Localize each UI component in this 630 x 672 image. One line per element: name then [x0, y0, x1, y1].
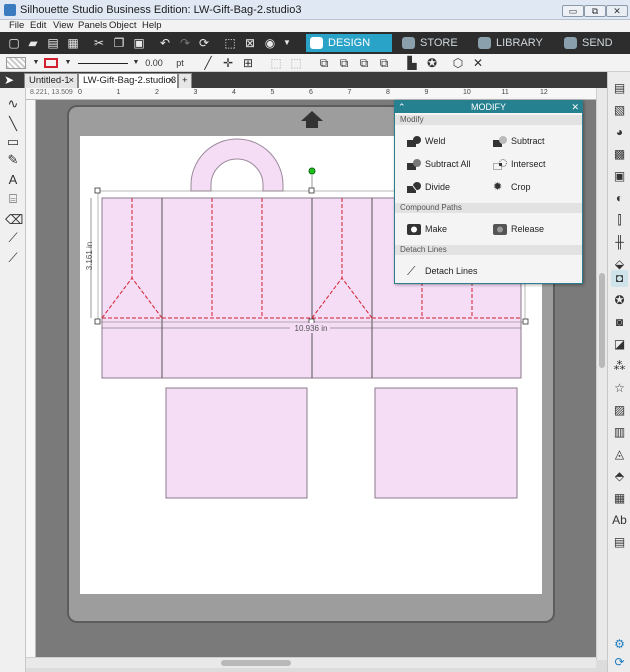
rhinestone-icon[interactable]: ▨ — [611, 402, 628, 419]
text-style-icon[interactable]: Ab — [611, 512, 628, 529]
intersect-button[interactable]: Intersect — [493, 156, 546, 172]
section-modify: Modify — [395, 115, 582, 125]
detach-lines-button[interactable]: ⟋ Detach Lines — [407, 263, 478, 279]
make-compound-button[interactable]: Make — [407, 221, 447, 237]
modify-panel-title: MODIFY — [471, 102, 506, 112]
divide-icon — [407, 182, 421, 193]
weld-button[interactable]: Weld — [407, 133, 445, 149]
sketch-icon[interactable]: ⁂ — [611, 358, 628, 375]
modify-panel: ⌃ MODIFY ✕ Modify Weld Subtract Subtract… — [394, 100, 583, 284]
weld-label: Weld — [425, 136, 446, 146]
gradient-icon[interactable]: ▩ — [611, 146, 628, 163]
right-panel-bar: ▤ ▧ ◕ ▩ ▣ ◐ ⫿ ╫ ⬙ ◘ ✪ ◙ ◪ ⁂ ☆ ▨ ▥ ◬ ⬘ ▦ … — [607, 72, 630, 672]
subtract-all-icon — [407, 159, 421, 170]
settings-gear-icon[interactable]: ⚙ — [611, 636, 628, 653]
library-panel-icon[interactable]: ▤ — [611, 534, 628, 551]
subtract-icon — [493, 136, 507, 147]
subtract-all-button[interactable]: Subtract All — [407, 156, 471, 172]
modify-panel-close[interactable]: ✕ — [571, 101, 579, 113]
weld-icon — [407, 136, 421, 147]
subtract-label: Subtract — [511, 136, 545, 146]
ruler-panel-icon[interactable]: ╫ — [611, 234, 628, 251]
replicate-icon[interactable]: ✪ — [611, 292, 628, 309]
detach-lines-icon: ⟋ — [407, 264, 416, 278]
star-icon[interactable]: ☆ — [611, 380, 628, 397]
help-icon[interactable]: ⟳ — [611, 654, 628, 671]
page-setup-icon[interactable]: ▤ — [611, 80, 628, 97]
bag-handle[interactable] — [190, 138, 284, 192]
vertical-scroll-thumb[interactable] — [599, 273, 605, 368]
intersect-label: Intersect — [511, 159, 546, 169]
section-compound-paths: Compound Paths — [395, 203, 582, 213]
rotate-handle[interactable] — [308, 167, 316, 175]
horizontal-scrollbar[interactable] — [26, 657, 596, 668]
divide-button[interactable]: Divide — [407, 179, 450, 195]
width-dimension-label: 10.936 in — [295, 324, 328, 333]
trace-icon[interactable]: ◪ — [611, 336, 628, 353]
emboss-icon[interactable]: ▥ — [611, 424, 628, 441]
nesting-icon[interactable]: ⬘ — [611, 468, 628, 485]
divide-label: Divide — [425, 182, 451, 192]
layers-icon[interactable]: ▦ — [611, 490, 628, 507]
detach-lines-label: Detach Lines — [425, 266, 478, 276]
align-panel-icon[interactable]: ⫿ — [611, 212, 628, 229]
release-label: Release — [511, 224, 545, 234]
make-label: Make — [425, 224, 448, 234]
release-compound-button[interactable]: Release — [493, 221, 544, 237]
contrast-icon[interactable]: ◐ — [611, 190, 628, 207]
crop-icon: ✹ — [493, 181, 503, 193]
bag-bottom-panel-right[interactable] — [374, 387, 518, 499]
offset-icon[interactable]: ◙ — [611, 314, 628, 331]
crop-label: Crop — [511, 182, 531, 192]
bag-bottom-panel-left[interactable] — [165, 387, 308, 499]
modify-panel-icon[interactable]: ◘ — [611, 270, 628, 287]
knife-panel-icon[interactable]: ◬ — [611, 446, 628, 463]
pixscan-icon[interactable]: ▧ — [611, 102, 628, 119]
horizontal-scroll-thumb[interactable] — [221, 660, 291, 666]
subtract-all-label: Subtract All — [425, 159, 471, 169]
fill-panel-icon[interactable]: ◕ — [611, 124, 628, 141]
line-style-panel-icon[interactable]: ▣ — [611, 168, 628, 185]
intersect-icon — [493, 159, 507, 170]
section-detach-lines: Detach Lines — [395, 245, 582, 255]
make-compound-icon — [407, 224, 421, 235]
modify-panel-header[interactable]: ⌃ MODIFY ✕ — [395, 101, 582, 113]
subtract-button[interactable]: Subtract — [493, 133, 545, 149]
collapse-icon[interactable]: ⌃ — [398, 101, 406, 113]
crop-button[interactable]: ✹ Crop — [493, 179, 531, 195]
vertical-scrollbar[interactable] — [596, 88, 607, 660]
release-compound-icon — [493, 224, 507, 235]
height-dimension-label: 3.161 in — [85, 242, 94, 270]
